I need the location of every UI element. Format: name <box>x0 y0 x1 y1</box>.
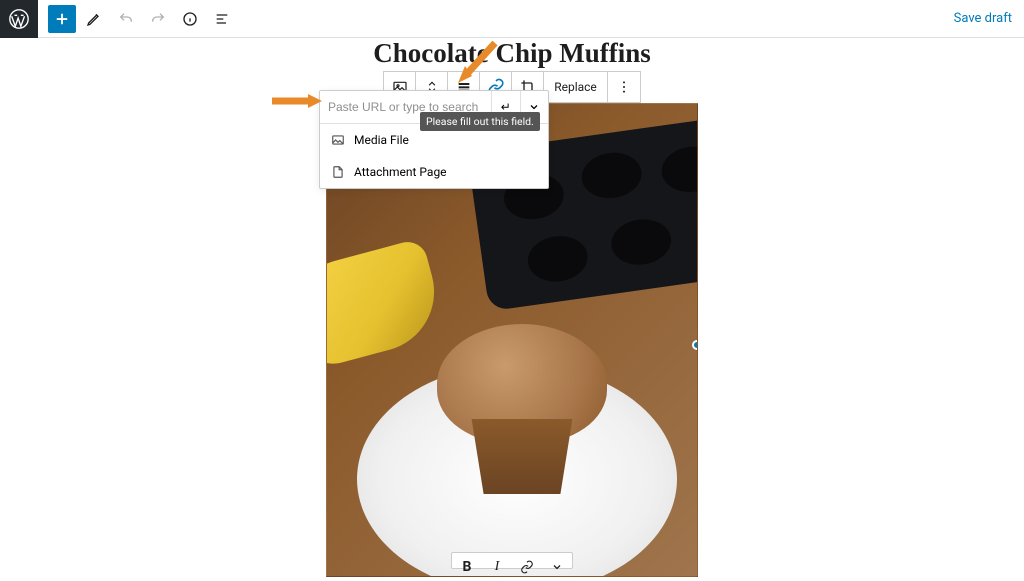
link-option-attachment-page[interactable]: Attachment Page <box>320 156 548 188</box>
more-options-icon[interactable] <box>608 72 640 102</box>
page-icon <box>330 164 346 180</box>
post-title[interactable]: Chocolate Chip Muffins <box>373 38 651 69</box>
edit-mode-icon[interactable] <box>80 0 108 38</box>
link-option-label: Media File <box>354 133 409 147</box>
validation-tooltip: Please fill out this field. <box>420 112 540 131</box>
caption-toolbar: B I <box>451 552 573 569</box>
redo-icon[interactable] <box>144 0 172 38</box>
link-option-label: Attachment Page <box>354 165 447 179</box>
save-draft-button[interactable]: Save draft <box>954 11 1012 26</box>
add-block-button[interactable] <box>48 5 76 33</box>
photo-muffin <box>437 324 607 504</box>
resize-handle-right[interactable] <box>692 340 698 350</box>
info-icon[interactable] <box>176 0 204 38</box>
link-popover: ↵ Media File Attachment Page <box>319 90 549 189</box>
wordpress-logo[interactable] <box>0 0 38 38</box>
photo-banana <box>326 238 448 371</box>
image-icon <box>330 132 346 148</box>
editor-topbar: Save draft <box>0 0 1024 38</box>
undo-icon[interactable] <box>112 0 140 38</box>
outline-icon[interactable] <box>208 0 236 38</box>
replace-button[interactable]: Replace <box>544 72 608 102</box>
